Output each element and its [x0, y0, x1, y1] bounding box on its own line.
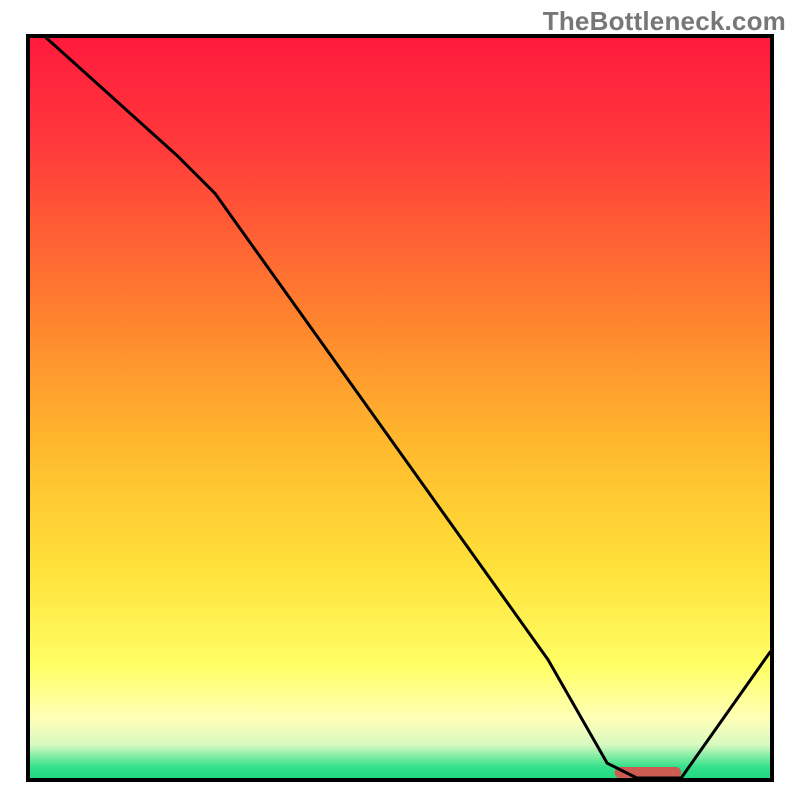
- chart-svg: [30, 38, 770, 778]
- gradient-fill: [30, 38, 770, 778]
- chart-area: [26, 34, 774, 782]
- watermark-text: TheBottleneck.com: [543, 6, 786, 37]
